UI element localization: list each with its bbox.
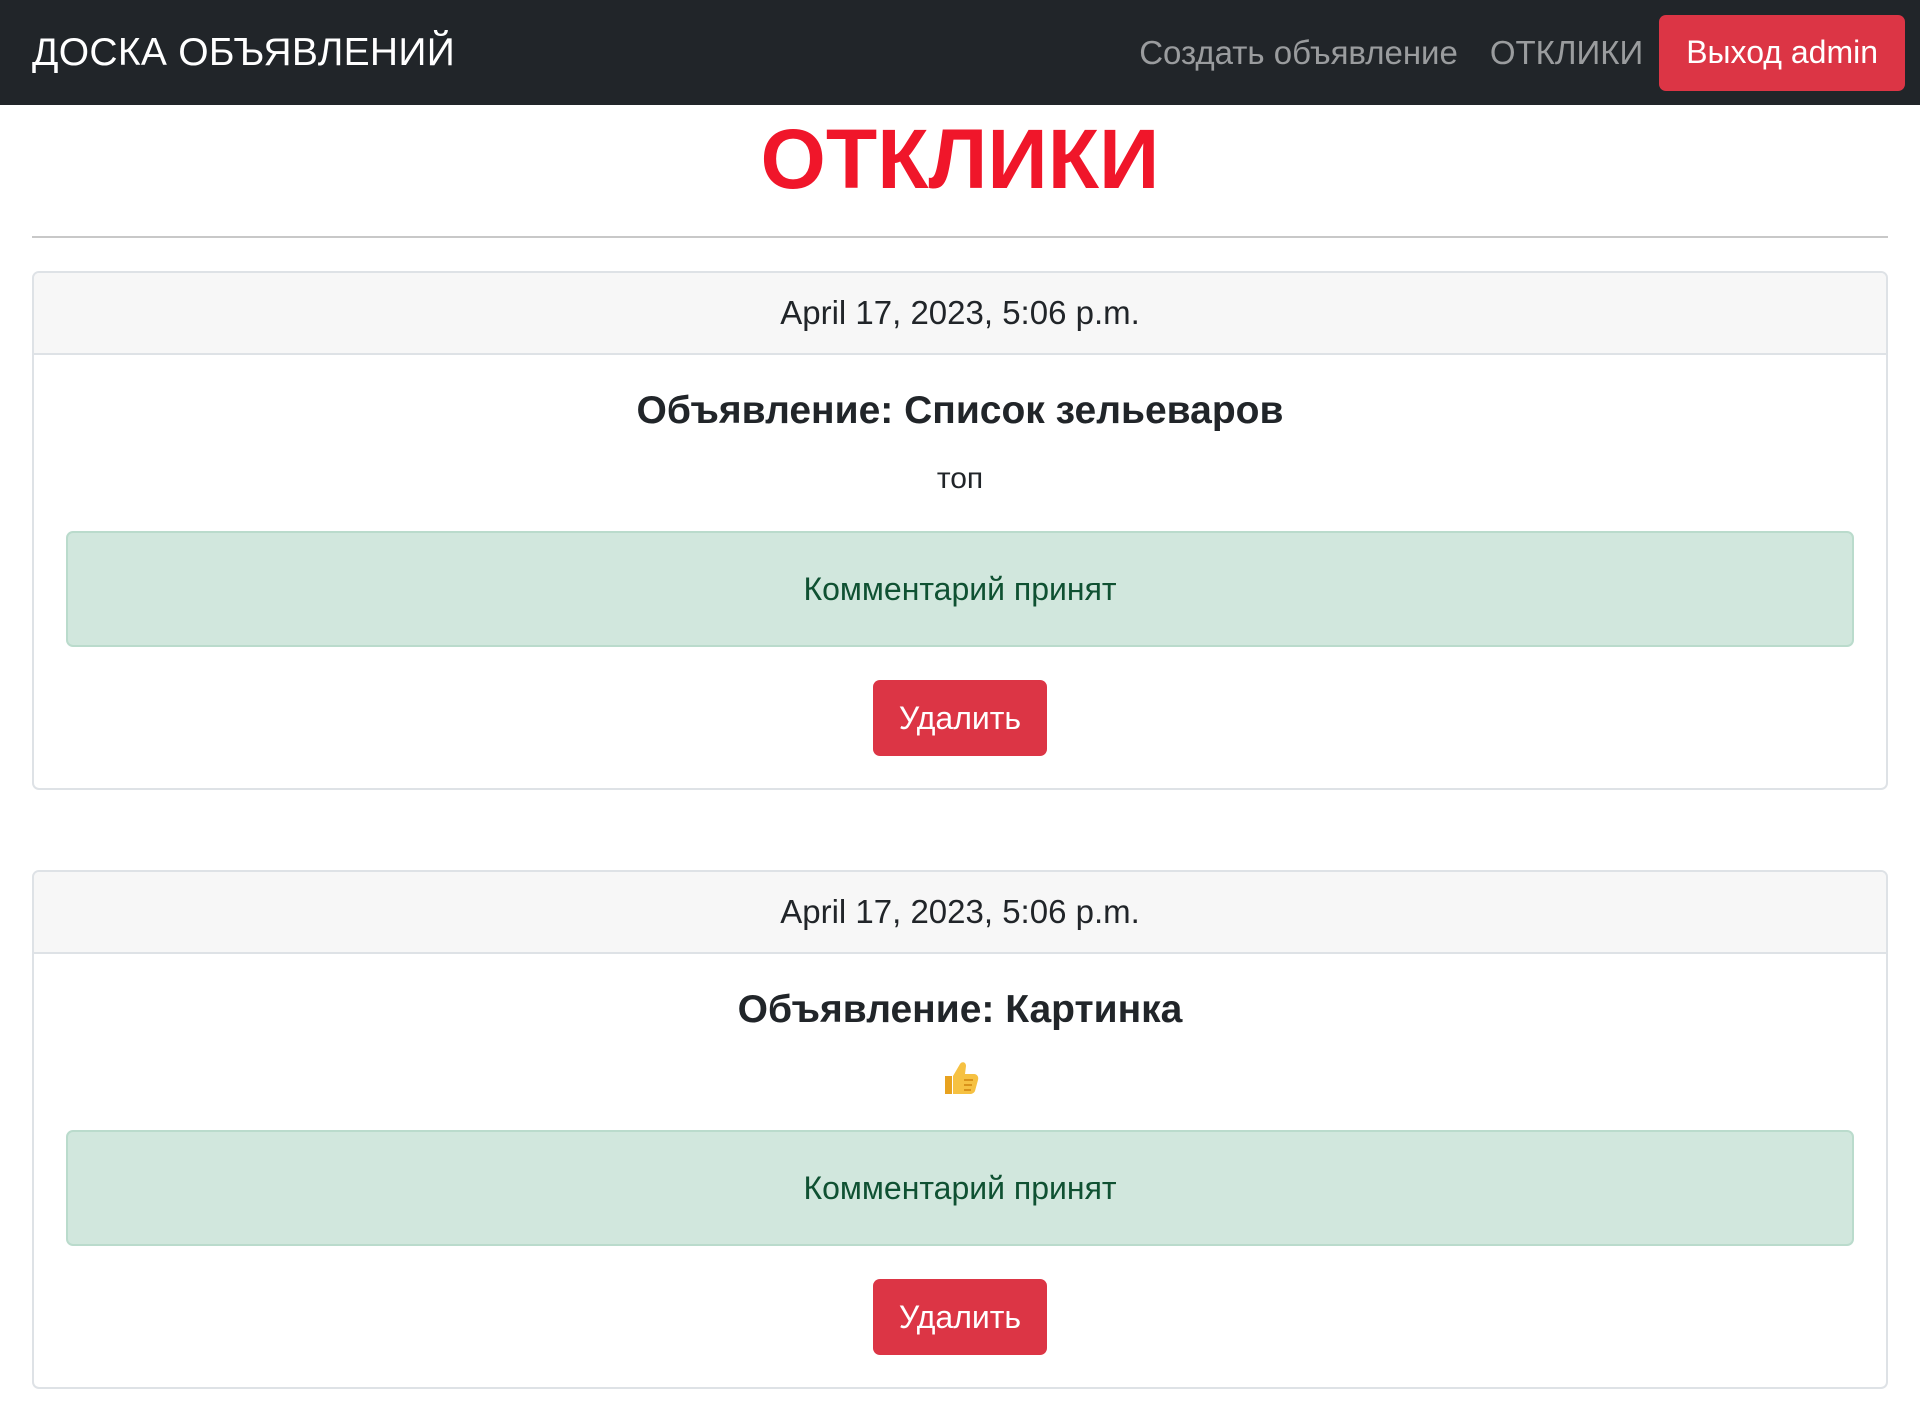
response-ad-title: Объявление: Картинка [737, 988, 1183, 1031]
nav-link-create-ad[interactable]: Создать объявление [1139, 34, 1458, 72]
nav-right: Создать объявление ОТКЛИКИ Выход admin [1139, 14, 1905, 91]
response-card: April 17, 2023, 5:06 p.m. Объявление: Сп… [32, 271, 1888, 790]
response-card: April 17, 2023, 5:06 p.m. Объявление: Ка… [32, 870, 1888, 1389]
delete-button[interactable]: Удалить [873, 1279, 1047, 1355]
nav-link-responses[interactable]: ОТКЛИКИ [1490, 34, 1643, 72]
response-date: April 17, 2023, 5:06 p.m. [34, 273, 1886, 355]
thumbs-up-icon-svg [945, 1062, 979, 1094]
response-body: Объявление: Картинка Комментарий принят … [34, 954, 1886, 1387]
status-alert: Комментарий принят [66, 531, 1854, 647]
page-title: ОТКЛИКИ [760, 112, 1160, 206]
divider [32, 236, 1888, 238]
navbar: ДОСКА ОБЪЯВЛЕНИЙ Создать объявление ОТКЛ… [0, 0, 1920, 105]
response-date: April 17, 2023, 5:06 p.m. [34, 872, 1886, 954]
brand-link[interactable]: ДОСКА ОБЪЯВЛЕНИЙ [32, 31, 455, 75]
thumbs-up-icon [940, 1058, 980, 1106]
response-text [66, 1058, 1854, 1098]
logout-button[interactable]: Выход admin [1659, 14, 1905, 91]
response-ad-title: Объявление: Список зельеваров [636, 389, 1284, 432]
status-alert: Комментарий принят [66, 1130, 1854, 1246]
response-body: Объявление: Список зельеваров топ Коммен… [34, 355, 1886, 788]
response-text: топ [936, 462, 984, 495]
main-content: ОТКЛИКИ April 17, 2023, 5:06 p.m. Объявл… [0, 109, 1920, 1389]
delete-button[interactable]: Удалить [873, 680, 1047, 756]
